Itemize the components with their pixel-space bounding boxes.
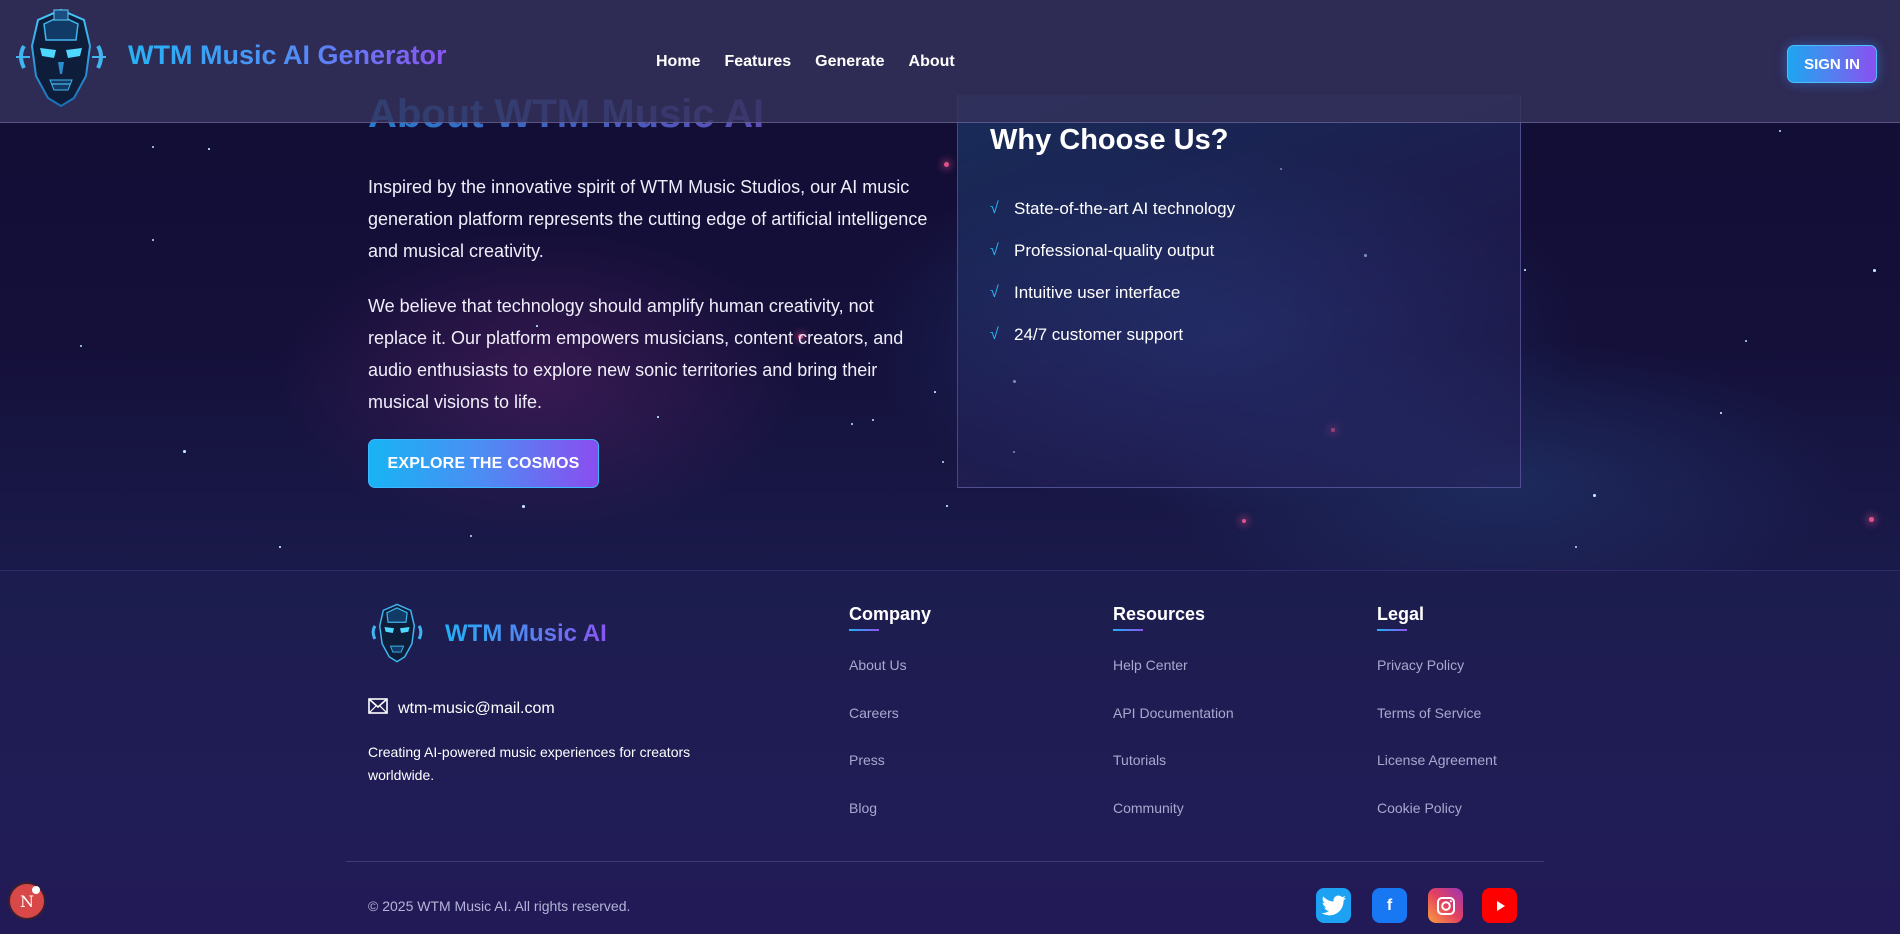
- footer-divider: [346, 861, 1544, 862]
- email-text[interactable]: wtm-music@mail.com: [398, 700, 555, 718]
- twitter-icon[interactable]: [1316, 888, 1351, 923]
- glow-star: [1242, 519, 1246, 523]
- footer-link-privacy[interactable]: Privacy Policy: [1377, 657, 1497, 705]
- nav-home[interactable]: Home: [656, 53, 700, 71]
- footer-robot-logo-icon[interactable]: [368, 602, 426, 664]
- star: [1575, 546, 1577, 548]
- feature-label: Intuitive user interface: [1014, 283, 1181, 302]
- footer-tagline: Creating AI-powered music experiences fo…: [368, 744, 691, 783]
- checkmark-icon: √: [990, 284, 999, 301]
- list-item: √ Professional-quality output: [990, 230, 1235, 272]
- footer-link-press[interactable]: Press: [849, 752, 931, 800]
- star: [942, 461, 944, 463]
- badge-letter: N: [20, 891, 34, 911]
- star: [279, 546, 281, 548]
- list-item: √ State-of-the-art AI technology: [990, 188, 1235, 230]
- star: [152, 146, 154, 148]
- footer-link-blog[interactable]: Blog: [849, 800, 931, 848]
- feature-label: 24/7 customer support: [1014, 325, 1184, 344]
- title-underline: [1377, 629, 1407, 631]
- star: [152, 239, 154, 241]
- column-title: Company: [849, 604, 932, 624]
- star: [1779, 130, 1781, 132]
- youtube-icon[interactable]: [1482, 888, 1517, 923]
- star: [1593, 494, 1596, 497]
- checkmark-icon: √: [990, 200, 999, 217]
- checkmark-icon: √: [990, 326, 999, 343]
- star: [1524, 269, 1526, 271]
- why-choose-us-list: √ State-of-the-art AI technology √ Profe…: [990, 188, 1235, 356]
- dev-tools-badge[interactable]: N: [8, 882, 46, 920]
- star: [1720, 412, 1722, 414]
- footer-link-help-center[interactable]: Help Center: [1113, 657, 1234, 705]
- footer-column-company: Company About Us Careers Press Blog: [849, 604, 931, 847]
- why-choose-us-title: Why Choose Us?: [990, 124, 1229, 156]
- star: [470, 535, 472, 537]
- notification-dot-icon: [32, 886, 40, 894]
- footer-column-legal: Legal Privacy Policy Terms of Service Li…: [1377, 604, 1497, 847]
- footer-link-community[interactable]: Community: [1113, 800, 1234, 848]
- checkmark-icon: √: [990, 242, 999, 259]
- footer-email[interactable]: wtm-music@mail.com: [368, 698, 555, 719]
- explore-cosmos-button[interactable]: EXPLORE THE COSMOS: [368, 439, 599, 488]
- glow-star: [1869, 517, 1874, 522]
- sign-in-button[interactable]: SIGN IN: [1787, 45, 1877, 83]
- footer-link-terms[interactable]: Terms of Service: [1377, 705, 1497, 753]
- facebook-icon[interactable]: f: [1372, 888, 1407, 923]
- copyright-text: © 2025 WTM Music AI. All rights reserved…: [368, 898, 631, 914]
- star: [80, 345, 82, 347]
- about-paragraph-2: We believe that technology should amplif…: [368, 296, 904, 412]
- feature-label: Professional-quality output: [1014, 241, 1215, 260]
- footer-link-api-docs[interactable]: API Documentation: [1113, 705, 1234, 753]
- footer-link-careers[interactable]: Careers: [849, 705, 931, 753]
- column-title: Resources: [1113, 604, 1206, 624]
- footer-link-license[interactable]: License Agreement: [1377, 752, 1497, 800]
- nav-about[interactable]: About: [909, 53, 955, 71]
- feature-label: State-of-the-art AI technology: [1014, 199, 1236, 218]
- footer-column-resources: Resources Help Center API Documentation …: [1113, 604, 1234, 847]
- footer-link-tutorials[interactable]: Tutorials: [1113, 752, 1234, 800]
- star: [946, 505, 948, 507]
- list-item: √ Intuitive user interface: [990, 272, 1235, 314]
- main-nav: Home Features Generate About: [656, 53, 955, 71]
- column-title: Legal: [1377, 604, 1425, 624]
- footer-background: [0, 570, 1900, 934]
- star: [851, 423, 853, 425]
- about-paragraph-1: Inspired by the innovative spirit of WTM…: [368, 177, 928, 261]
- brand-title[interactable]: WTM Music AI Generator: [128, 40, 447, 71]
- footer-link-about-us[interactable]: About Us: [849, 657, 931, 705]
- star: [872, 419, 874, 421]
- mail-icon: [368, 698, 388, 719]
- star: [208, 148, 210, 150]
- star: [522, 505, 525, 508]
- nav-generate[interactable]: Generate: [815, 53, 884, 71]
- star: [1873, 269, 1876, 272]
- title-underline: [1113, 629, 1143, 631]
- glow-star: [944, 162, 949, 167]
- site-header: WTM Music AI Generator Home Features Gen…: [0, 0, 1900, 123]
- robot-logo-icon[interactable]: [14, 6, 108, 110]
- title-underline: [849, 629, 879, 631]
- star: [934, 391, 936, 393]
- nav-features[interactable]: Features: [724, 53, 791, 71]
- star: [1745, 340, 1747, 342]
- star: [183, 450, 186, 453]
- list-item: √ 24/7 customer support: [990, 314, 1235, 356]
- footer-brand[interactable]: WTM Music AI: [445, 620, 607, 648]
- footer-link-cookie[interactable]: Cookie Policy: [1377, 800, 1497, 848]
- instagram-icon[interactable]: [1428, 888, 1463, 923]
